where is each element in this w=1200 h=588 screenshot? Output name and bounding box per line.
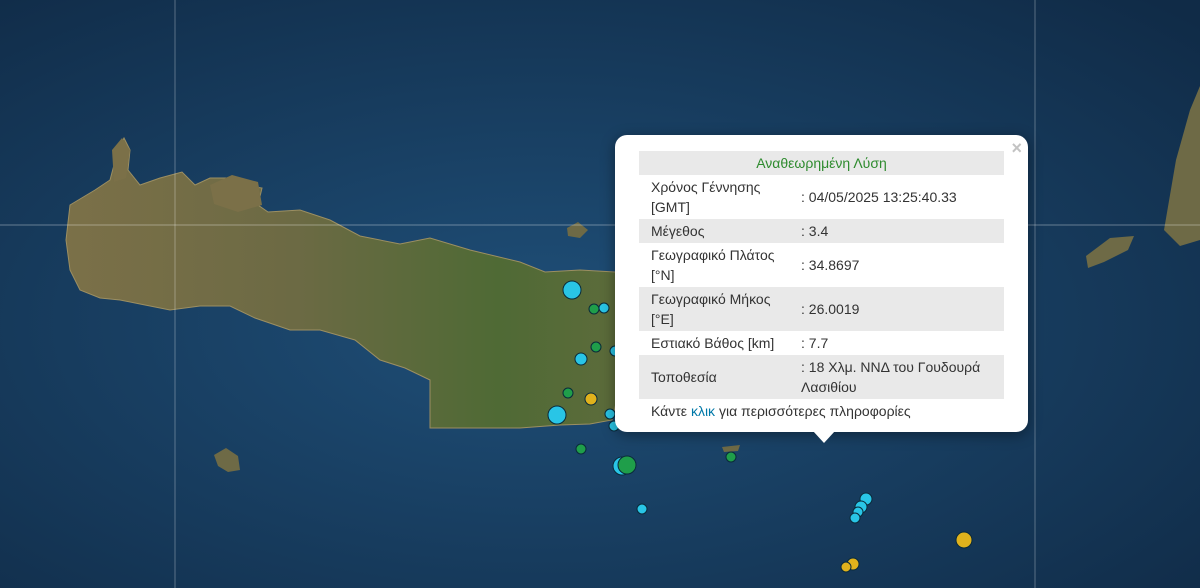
quake-marker[interactable] [575, 443, 587, 455]
more-info-suffix: για περισσότερες πληροφορίες [718, 403, 911, 419]
origin-time-label: Χρόνος Γέννησης [GMT] [651, 179, 761, 215]
quake-marker[interactable] [547, 405, 567, 425]
depth-label: Εστιακό Βάθος [km] [651, 335, 775, 351]
table-row: Μέγεθος : 3.4 [639, 219, 1004, 243]
table-row: Γεωγραφικό Μήκος [°E] : 26.0019 [639, 287, 1004, 331]
origin-time-value: : 04/05/2025 13:25:40.33 [801, 189, 957, 205]
table-row: Εστιακό Βάθος [km] : 7.7 [639, 331, 1004, 355]
quake-marker[interactable] [562, 387, 574, 399]
quake-marker[interactable] [604, 408, 616, 420]
longitude-label: Γεωγραφικό Μήκος [°E] [639, 287, 789, 331]
quake-marker[interactable] [636, 503, 648, 515]
table-row: Χρόνος Γέννησης [GMT] : 04/05/2025 13:25… [639, 175, 1004, 219]
magnitude-value: : 3.4 [789, 219, 1004, 243]
more-info-link[interactable]: κλικ [691, 403, 715, 419]
location-label: Τοποθεσία [639, 355, 789, 399]
quake-marker[interactable] [598, 302, 610, 314]
location-value: : 18 Χλμ. ΝΝΔ του Γουδουρά Λασιθίου [789, 355, 1004, 399]
earthquake-info-popup: × Αναθεωρημένη Λύση Χρόνος Γέννησης [GMT… [615, 135, 1028, 432]
more-info-text: Κάντε κλικ για περισσότερες πληροφορίες [639, 403, 1004, 419]
close-icon[interactable]: × [1011, 139, 1022, 157]
depth-value: : 7.7 [801, 335, 829, 351]
latitude-label: Γεωγραφικό Πλάτος [°N] [651, 247, 775, 283]
quake-marker[interactable] [590, 341, 602, 353]
more-info-prefix: Κάντε [651, 403, 688, 419]
latitude-value: : 34.8697 [801, 257, 860, 273]
magnitude-label: Μέγεθος [639, 219, 789, 243]
longitude-value: : 26.0019 [789, 287, 1004, 331]
quake-marker[interactable] [617, 455, 637, 475]
quake-marker[interactable] [574, 352, 588, 366]
popup-header: Αναθεωρημένη Λύση [639, 151, 1004, 175]
quake-marker[interactable] [849, 512, 861, 524]
popup-pointer [813, 431, 835, 443]
table-row: Τοποθεσία : 18 Χλμ. ΝΝΔ του Γουδουρά Λασ… [639, 355, 1004, 399]
quake-marker[interactable] [955, 531, 973, 549]
quake-marker[interactable] [588, 303, 600, 315]
quake-marker[interactable] [562, 280, 582, 300]
table-row: Γεωγραφικό Πλάτος [°N] : 34.8697 [639, 243, 1004, 287]
quake-marker[interactable] [725, 451, 737, 463]
earthquake-details-table: Αναθεωρημένη Λύση Χρόνος Γέννησης [GMT] … [639, 151, 1004, 399]
quake-marker[interactable] [584, 392, 598, 406]
quake-marker[interactable] [840, 561, 852, 573]
